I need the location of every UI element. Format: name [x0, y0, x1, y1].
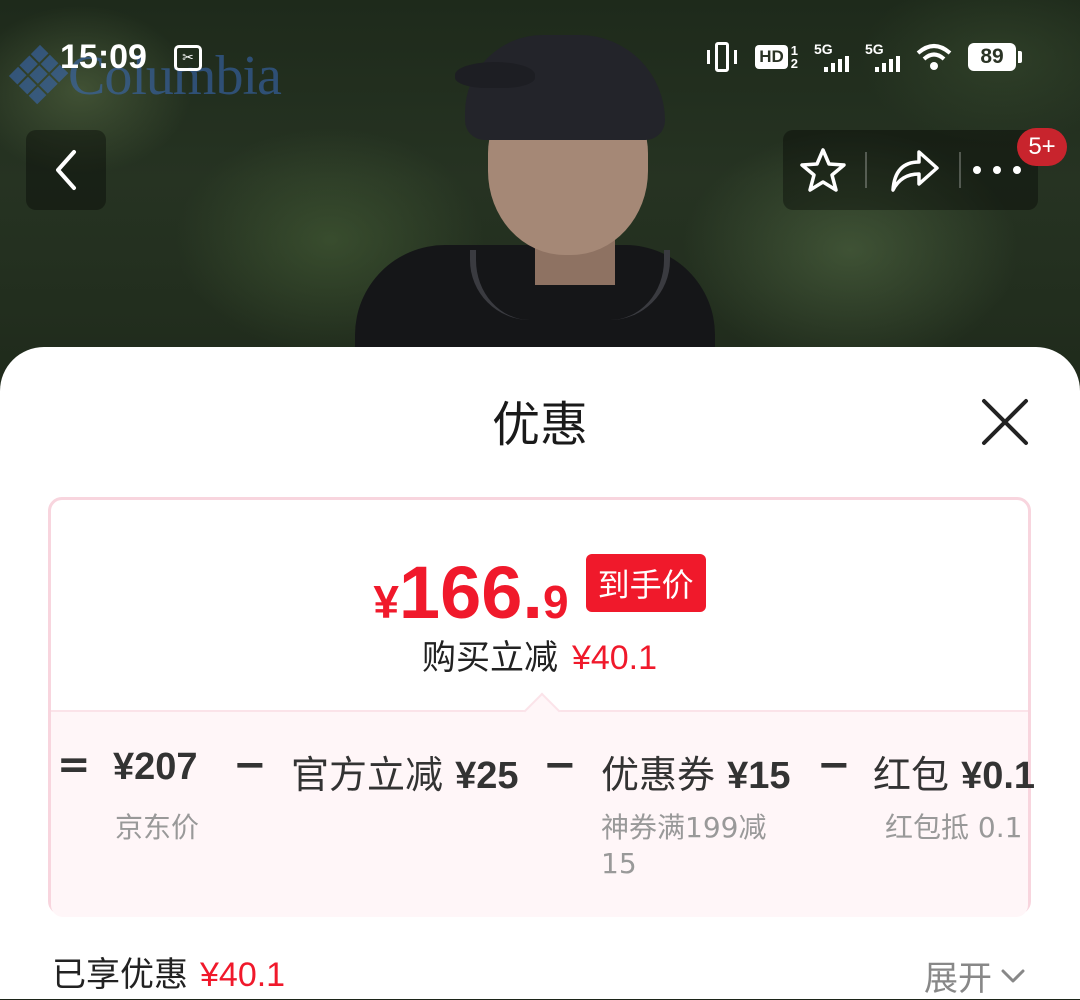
final-price-integer: 166. [398, 551, 543, 634]
hd-label: HD [755, 45, 788, 69]
enjoyed-label: 已享优惠 [52, 955, 188, 995]
breakdown-label: 红包 [873, 753, 950, 797]
minus-sign: − [817, 742, 851, 788]
price-breakdown: = ¥207 京东价 − 官方立减 ¥25 − 优惠券 ¥15 神券满199减1… [51, 692, 1035, 917]
minus-sign: − [233, 742, 267, 788]
final-price-tag: 到手价 [585, 553, 706, 612]
hd-sub-bottom: 2 [790, 56, 798, 71]
vibrate-icon [705, 42, 739, 72]
expand-button[interactable]: 展开 [924, 951, 1026, 1000]
breakdown-value: ¥207 [113, 746, 198, 788]
chevron-left-icon [56, 150, 76, 190]
breakdown-label: 官方立减 [291, 753, 444, 797]
enjoyed-discount-row: 已享优惠 ¥40.1 [52, 947, 285, 996]
breakdown-item-coupon: 优惠券 ¥15 [601, 744, 791, 799]
signal-1-indicator: 5G [814, 42, 849, 72]
minus-sign: − [543, 742, 577, 788]
final-price: ¥166.9 [373, 550, 568, 635]
status-bar: 15:09 ✂ HD 12 5G 5G 89 [0, 36, 1080, 86]
screen-record-icon: ✂ [174, 45, 202, 71]
breakdown-sub: 神券满199减15 [601, 811, 767, 880]
battery-indicator: 89 [968, 43, 1022, 71]
final-price-row: ¥166.9 到手价 [51, 550, 1028, 635]
breakdown-value: ¥15 [727, 755, 791, 797]
price-summary-card: ¥166.9 到手价 购买立减 ¥40.1 = ¥207 京东价 − 官方立减 ¥… [48, 497, 1035, 917]
signal-2-label: 5G [865, 41, 884, 57]
more-dots-icon[interactable] [969, 160, 1025, 180]
wifi-icon [916, 43, 952, 71]
signal-bars-icon [824, 56, 849, 72]
signal-2-indicator: 5G [865, 42, 900, 72]
share-icon[interactable] [887, 146, 941, 196]
battery-level: 89 [968, 43, 1016, 71]
final-price-currency: ¥ [373, 576, 399, 628]
star-icon[interactable] [797, 146, 849, 196]
header-actions [783, 130, 1038, 210]
savings-label: 购买立减 [421, 638, 558, 678]
breakdown-sub: 红包抵 0.1 [885, 811, 1023, 844]
breakdown-item-official-discount: 官方立减 ¥25 [291, 744, 519, 799]
back-button[interactable] [26, 130, 106, 210]
signal-bars-icon [875, 56, 900, 72]
notification-badge: 5+ [1017, 128, 1067, 166]
breakdown-label: 优惠券 [601, 753, 716, 797]
final-price-decimal: 9 [542, 576, 569, 628]
breakdown-sub: 京东价 [115, 811, 200, 844]
breakdown-notch [523, 692, 561, 730]
signal-1-label: 5G [814, 41, 833, 57]
expand-label: 展开 [924, 959, 992, 999]
savings-amount: ¥40.1 [571, 639, 658, 677]
breakdown-value: ¥0.1 [961, 755, 1036, 797]
breakdown-value: ¥25 [455, 755, 519, 797]
savings-row: 购买立减 ¥40.1 [51, 630, 1028, 679]
breakdown-item-jd-price: ¥207 [113, 744, 198, 789]
status-time: 15:09 [60, 38, 147, 76]
discount-sheet: 优惠 ¥166.9 到手价 购买立减 ¥40.1 = ¥207 京东价 − 官方立… [0, 347, 1080, 999]
hd-voice-indicator: HD 12 [755, 44, 798, 70]
equals-sign: = [57, 742, 91, 788]
sheet-title: 优惠 [491, 397, 588, 453]
breakdown-item-red-packet: 红包 ¥0.1 [873, 744, 1035, 799]
enjoyed-amount: ¥40.1 [200, 956, 286, 994]
chevron-down-icon [1001, 969, 1025, 982]
close-icon[interactable] [978, 395, 1032, 449]
